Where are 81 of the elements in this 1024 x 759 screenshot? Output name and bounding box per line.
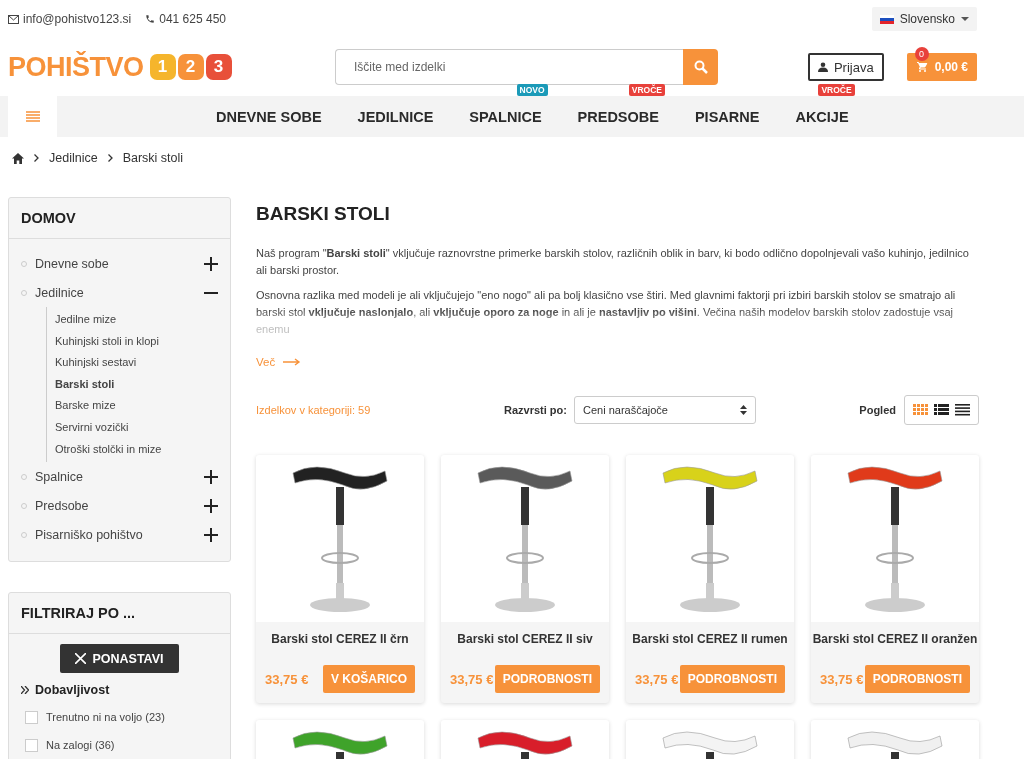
- chevron-icon: [34, 154, 39, 162]
- envelope-icon: [8, 14, 19, 24]
- list-view-button[interactable]: [934, 404, 949, 416]
- plus-icon: [204, 469, 218, 484]
- phone-text: 041 625 450: [159, 12, 226, 26]
- sort-select[interactable]: Ceni naraščajoče: [573, 396, 756, 424]
- nav-link[interactable]: PISARNE: [694, 108, 760, 125]
- logo[interactable]: POHIŠTVO 1 2 3: [8, 51, 335, 83]
- filter-option[interactable]: Na zalogi (36): [21, 731, 218, 759]
- expand-toggle[interactable]: [204, 469, 218, 484]
- subcategory-link[interactable]: Kuhinjski sestavi: [55, 352, 218, 374]
- double-chevron-icon: [21, 686, 29, 695]
- description-paragraph: Osnovna razlika med modeli je ali vključujejo "eno nogo" ali pa bolj klasično vse štiri. Med glavnimi faktorji pri izbiri barskih stolov se smatrajo ali barski stol vključuje naslonjalo, ali vključuje oporo za noge in ali je nastavljiv po višini. Večina naših modelov barskih stolov zadostuje vsaj enemu: [256, 288, 957, 337]
- subcategory-link[interactable]: Jedilne mize: [55, 309, 218, 331]
- checkbox[interactable]: [25, 738, 38, 752]
- chevron-icon: [107, 154, 113, 162]
- language-selector[interactable]: Slovensko: [871, 7, 977, 31]
- breadcrumb-link[interactable]: Barski stoli: [122, 151, 184, 165]
- expand-toggle[interactable]: [204, 256, 218, 271]
- product-card[interactable]: Barski stol CEREZ II črn 33,75 € V KOŠARICO: [256, 455, 424, 703]
- close-icon: [75, 653, 87, 665]
- caret-icon: [961, 17, 969, 21]
- product-price: 33,75 €: [265, 671, 309, 687]
- product-price: 33,75 €: [450, 671, 494, 687]
- subcategory-link[interactable]: Servirni vozički: [55, 416, 218, 439]
- panel-title: FILTRIRAJ PO ...: [9, 593, 230, 635]
- user-icon: [817, 62, 828, 72]
- compact-view-button[interactable]: [955, 404, 970, 416]
- category-link[interactable]: Jedilnice: [35, 285, 204, 300]
- category-link[interactable]: Spalnice: [35, 469, 204, 484]
- sort-arrows-icon: [739, 405, 747, 415]
- product-count: Izdelkov v kategoriji: 59: [256, 404, 372, 416]
- product-name[interactable]: Barski stol CEREZ II črn: [256, 632, 424, 646]
- product-price: 33,75 €: [635, 671, 679, 687]
- panel-title: DOMOV: [9, 198, 230, 239]
- cart-count-badge: 0: [914, 47, 929, 61]
- nav-badge: VROČE: [818, 83, 855, 96]
- home-icon[interactable]: [12, 152, 24, 164]
- plus-icon: [204, 527, 218, 542]
- minus-icon: [204, 291, 218, 294]
- product-card[interactable]: Barski stol CEREZ II oranžen 33,75 € PODROBNOSTI: [811, 455, 979, 703]
- nav-link[interactable]: AKCIJE: [795, 108, 849, 125]
- subcategory-link[interactable]: Barske mize: [55, 395, 218, 417]
- description-paragraph: Naš program "Barski stoli" vključuje raznovrstne primerke barskih stolov, različnih oblik in barv, ki bodo odlično dopolnjevali vašo kuhinjo, jedilnico ali barski prostor.: [256, 246, 970, 278]
- search-field[interactable]: Iščite med izdelki: [335, 49, 683, 85]
- arrow-icon: [283, 358, 302, 366]
- product-price: 33,75 €: [820, 671, 864, 687]
- reset-button[interactable]: PONASTAVI: [60, 644, 179, 674]
- flag-icon: [879, 14, 894, 24]
- filter-option[interactable]: Trenutno ni na voljo (23): [21, 703, 218, 732]
- page-title: BARSKI STOLI: [256, 203, 391, 225]
- login-button[interactable]: Prijava: [807, 53, 884, 81]
- checkbox[interactable]: [25, 710, 38, 724]
- product-name[interactable]: Barski stol CEREZ II rumen: [626, 632, 794, 646]
- nav-link[interactable]: DNEVNE SOBE: [216, 108, 322, 125]
- plus-icon: [204, 498, 218, 513]
- product-name[interactable]: Barski stol CEREZ II siv: [441, 632, 609, 646]
- view-label: Pogled: [859, 404, 896, 416]
- filter-group-title: Dobavljivost: [35, 683, 110, 698]
- expand-toggle[interactable]: [204, 498, 218, 513]
- category-link[interactable]: Pisarniško pohištvo: [35, 527, 204, 542]
- cart-icon: [915, 61, 929, 73]
- product-name[interactable]: Barski stol CEREZ II oranžen: [811, 632, 979, 646]
- phone-icon: [145, 14, 156, 24]
- menu-icon: [25, 111, 40, 122]
- nav-link[interactable]: PREDSOBE: [577, 108, 659, 125]
- plus-icon: [204, 256, 218, 271]
- sort-label: Razvrsti po:: [504, 404, 567, 416]
- phone-contact[interactable]: 041 625 450: [145, 12, 226, 26]
- subcategory-link[interactable]: Kuhinjski stoli in klopi: [55, 330, 218, 353]
- category-link[interactable]: Dnevne sobe: [35, 256, 204, 271]
- category-link[interactable]: Predsobe: [35, 498, 204, 513]
- nav-link[interactable]: SPALNICE: [469, 108, 542, 125]
- nav-link[interactable]: JEDILNICE: [357, 108, 434, 125]
- breadcrumb-link[interactable]: Jedilnice: [49, 151, 98, 165]
- subcategory-link[interactable]: Otroški stolčki in mize: [55, 438, 218, 461]
- product-card[interactable]: Barski stol CEREZ II rumen 33,75 € PODROBNOSTI: [626, 455, 794, 703]
- search-icon: [693, 60, 708, 74]
- subcategory-link[interactable]: Barski stoli: [55, 373, 218, 396]
- product-card[interactable]: Barski stol CEREZ II siv 33,75 € PODROBNOSTI: [441, 455, 609, 703]
- expand-toggle[interactable]: [204, 527, 218, 542]
